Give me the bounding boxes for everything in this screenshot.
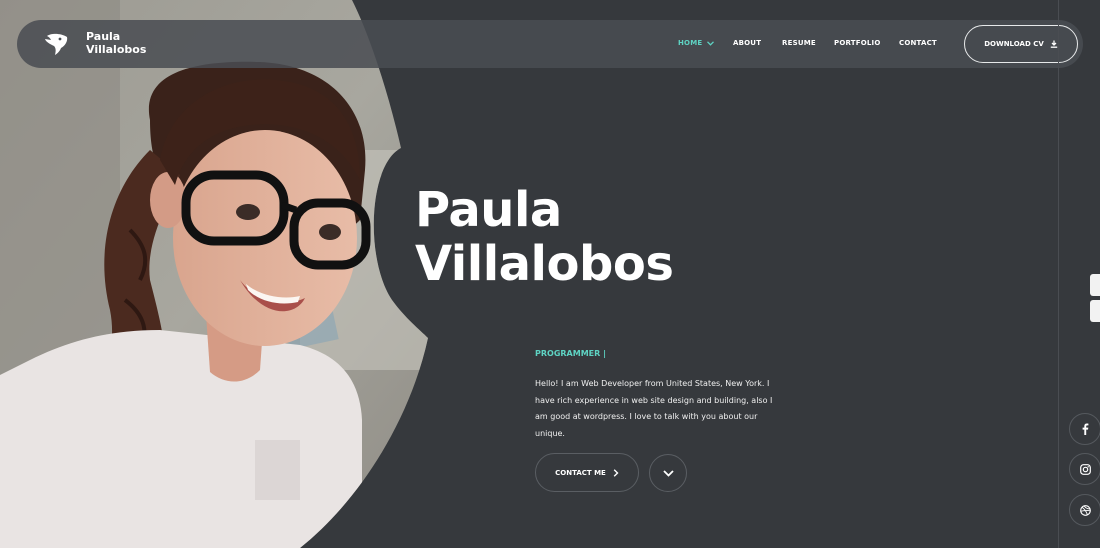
role-text: PROGRAMMER | [535, 349, 606, 358]
side-tab[interactable] [1090, 300, 1100, 322]
nav-portfolio-label: PORTFOLIO [834, 39, 881, 47]
hero-title-first: Paula [415, 182, 562, 238]
brand-last-name: Villalobos [86, 43, 147, 56]
download-cv-label: DOWNLOAD CV [984, 40, 1044, 48]
nav-home-label: HOME [678, 39, 703, 47]
hero-title-last: Villalobos [415, 236, 674, 292]
intro-text: Hello! I am Web Developer from United St… [535, 376, 785, 442]
nav-about[interactable]: ABOUT [733, 39, 761, 48]
nav-resume[interactable]: RESUME [782, 39, 816, 48]
intro-line: have rich experience in web site design … [535, 395, 773, 405]
chevron-down-icon [662, 469, 674, 477]
intro-line: unique. [535, 428, 565, 438]
nav-contact[interactable]: CONTACT [899, 39, 937, 48]
right-divider [1058, 0, 1059, 548]
nav-contact-label: CONTACT [899, 39, 937, 47]
intro-line: Hello! I am Web Developer from United St… [535, 379, 770, 388]
nav-about-label: ABOUT [733, 39, 762, 47]
intro-line: am good at wordpress. I love to talk wit… [535, 412, 758, 421]
chevron-down-icon [707, 40, 714, 46]
contact-me-label: CONTACT ME [555, 468, 606, 477]
nav-home[interactable]: HOME [678, 39, 714, 48]
chevron-right-icon [613, 468, 619, 477]
contact-me-button[interactable]: CONTACT ME [535, 453, 639, 492]
dribbble-button[interactable] [1069, 494, 1100, 526]
brand-name[interactable]: Paula Villalobos [86, 30, 146, 56]
facebook-icon [1082, 423, 1089, 435]
side-tab[interactable] [1090, 274, 1100, 296]
scroll-down-button[interactable] [649, 454, 687, 492]
brand-first-name: Paula [86, 30, 121, 43]
download-icon [1050, 40, 1057, 48]
nav-resume-label: RESUME [782, 39, 816, 47]
instagram-icon [1079, 463, 1091, 475]
dribbble-icon [1079, 504, 1091, 516]
instagram-button[interactable] [1069, 453, 1100, 485]
hero-title: Paula Villalobos [415, 182, 674, 292]
nav-portfolio[interactable]: PORTFOLIO [834, 39, 880, 48]
download-cv-button[interactable]: DOWNLOAD CV [964, 25, 1078, 63]
facebook-button[interactable] [1069, 413, 1100, 445]
bird-logo-icon[interactable] [45, 33, 69, 55]
